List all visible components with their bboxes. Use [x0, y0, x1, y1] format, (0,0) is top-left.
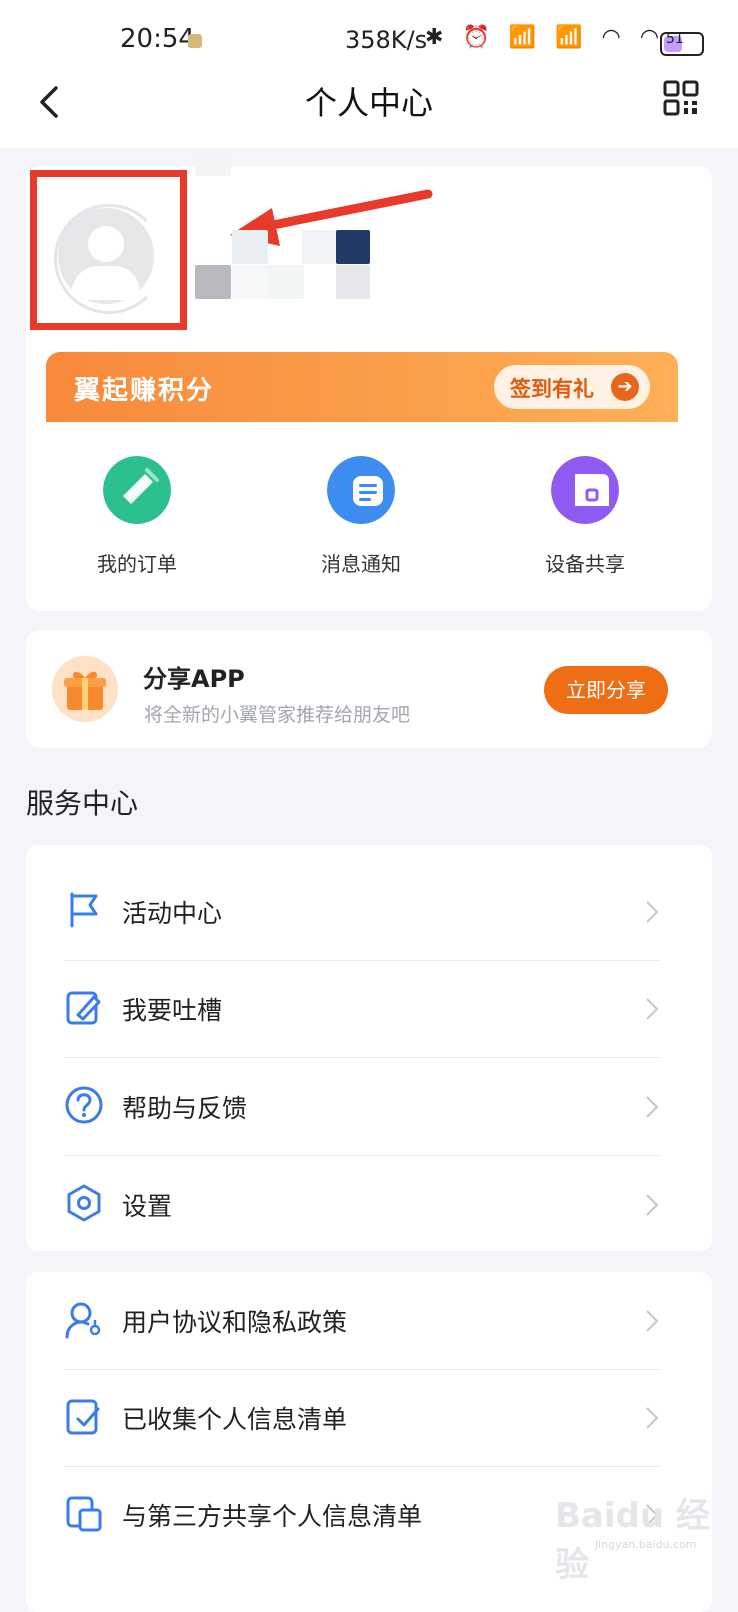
- chevron-right-icon: [646, 1407, 659, 1429]
- quick-action-messages[interactable]: 消息通知: [276, 456, 446, 577]
- username-blurred: [232, 230, 268, 264]
- status-icons: ✱ ⏰ 📶 📶 ◠ ◠: [425, 25, 665, 50]
- gift-icon: [52, 656, 118, 722]
- chevron-right-icon: [646, 1310, 659, 1332]
- watermark-url: jingyan.baidu.com: [595, 1538, 697, 1551]
- avatar-head: [88, 226, 124, 262]
- signal-hd-icon: 📶: [555, 25, 589, 50]
- user-key-icon: [65, 1302, 101, 1339]
- quick-action-label: 消息通知: [321, 552, 401, 576]
- list-item-label: 活动中心: [122, 899, 223, 928]
- chevron-right-icon: [646, 1194, 659, 1216]
- username-blurred: [336, 265, 370, 299]
- battery-text: 51: [666, 31, 684, 47]
- quick-action-label: 设备共享: [545, 552, 625, 576]
- chevron-right-icon: [646, 1096, 659, 1118]
- edit-icon: [66, 991, 101, 1025]
- arrow-right-icon: ➔: [611, 373, 639, 401]
- username-blurred: [336, 230, 370, 264]
- username-blurred: [302, 230, 336, 264]
- message-icon: [327, 456, 395, 524]
- chevron-right-icon: [646, 998, 659, 1020]
- checklist-icon: [66, 1399, 100, 1435]
- bluetooth-icon: ✱: [425, 25, 450, 50]
- quick-action-orders[interactable]: 我的订单: [52, 456, 222, 577]
- help-icon: [65, 1086, 103, 1124]
- notification-icon: [188, 34, 202, 48]
- watermark: Baidu 经验: [555, 1496, 710, 1585]
- quick-action-label: 我的订单: [97, 552, 177, 576]
- settings-icon: [67, 1184, 101, 1222]
- list-item-label: 帮助与反馈: [122, 1094, 248, 1123]
- share-list-icon: [66, 1496, 102, 1532]
- avatar-body: [72, 266, 140, 300]
- username-blurred: [195, 265, 231, 299]
- list-item-label: 已收集个人信息清单: [122, 1405, 348, 1434]
- list-item-label: 我要吐槽: [122, 996, 223, 1025]
- network-speed: 358K/s: [345, 26, 428, 54]
- share-now-button[interactable]: 立即分享: [544, 666, 668, 714]
- username-blurred: [232, 265, 268, 299]
- checkin-label: 签到有礼: [510, 377, 594, 401]
- qr-code-icon[interactable]: [663, 80, 699, 116]
- section-title: 服务中心: [26, 787, 139, 820]
- signal-hd-icon: 📶: [508, 25, 543, 50]
- list-item-label: 用户协议和隐私政策: [122, 1308, 348, 1337]
- points-banner-title: 翼起赚积分: [74, 376, 215, 406]
- share-app-subtitle: 将全新的小翼管家推荐给朋友吧: [144, 704, 411, 726]
- quick-action-device-share[interactable]: 设备共享: [500, 456, 670, 577]
- order-icon: [103, 456, 171, 524]
- list-item-label: 与第三方共享个人信息清单: [122, 1502, 423, 1531]
- flag-icon: [70, 892, 98, 928]
- list-item-label: 设置: [122, 1192, 173, 1221]
- status-time: 20:54: [120, 24, 195, 54]
- username-blurred: [268, 265, 304, 299]
- wifi-icon: ◠: [601, 25, 627, 50]
- chevron-right-icon: [646, 901, 659, 923]
- alarm-icon: ⏰: [462, 25, 496, 50]
- device-share-icon: [551, 456, 619, 524]
- username-blurred: [195, 156, 231, 176]
- share-app-title: 分享APP: [143, 665, 245, 693]
- page-title: 个人中心: [304, 84, 433, 122]
